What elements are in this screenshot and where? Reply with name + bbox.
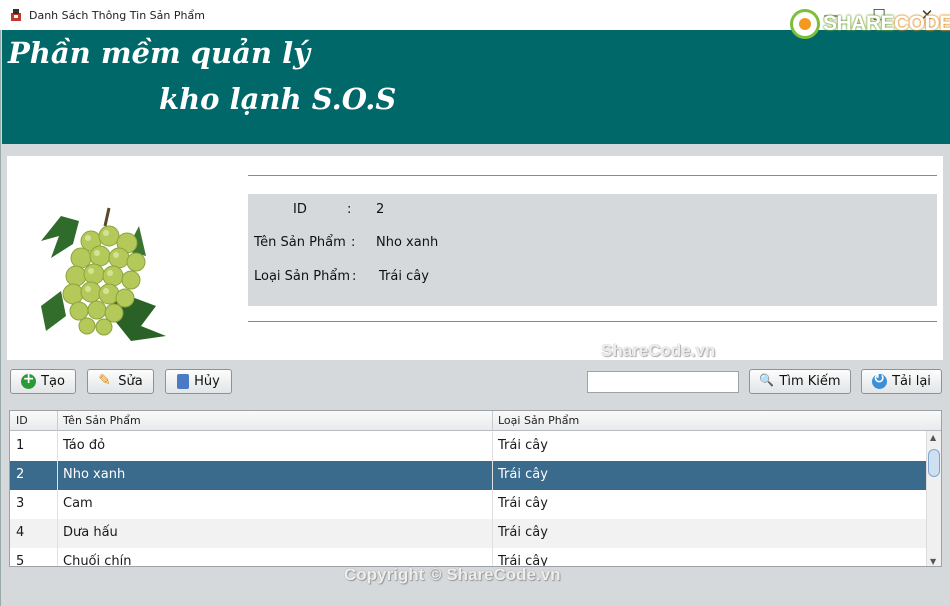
reload-button-label: Tải lại bbox=[892, 374, 931, 389]
detail-type-label: Loại Sản Phẩm bbox=[254, 269, 350, 284]
scrollbar-thumb[interactable] bbox=[928, 449, 940, 477]
cancel-button-label: Hủy bbox=[194, 374, 220, 389]
cell-type: Trái cây bbox=[498, 467, 548, 482]
product-info-panel: ID : 2 Tên Sản Phẩm : Nho xanh Loại Sản … bbox=[7, 156, 943, 360]
scroll-down-icon[interactable]: ▼ bbox=[930, 557, 936, 566]
column-header-name[interactable]: Tên Sản Phẩm bbox=[63, 414, 141, 427]
bottom-separator bbox=[248, 321, 937, 322]
cell-id: 5 bbox=[16, 554, 25, 567]
scroll-up-icon[interactable]: ▲ bbox=[930, 433, 936, 442]
table-row[interactable]: 3 Cam Trái cây bbox=[10, 490, 926, 519]
search-button[interactable]: Tìm Kiếm bbox=[749, 369, 851, 394]
cancel-button[interactable]: Hủy bbox=[165, 369, 232, 394]
detail-id-value: 2 bbox=[376, 202, 385, 217]
column-header-type[interactable]: Loại Sản Phẩm bbox=[498, 414, 579, 427]
edit-button-label: Sửa bbox=[118, 374, 143, 389]
cell-type: Trái cây bbox=[498, 496, 548, 511]
main-window: Phần mềm quản lý kho lạnh S.O.S ID: 2 T… bbox=[0, 30, 950, 606]
table-scrollbar[interactable]: ▲ ▼ bbox=[926, 431, 941, 566]
banner-title-line1: Phần mềm quản lý bbox=[8, 36, 310, 70]
table-row[interactable]: 1 Táo đỏ Trái cây bbox=[10, 432, 926, 461]
detail-type-separator: : bbox=[352, 269, 357, 284]
table-row-selected[interactable]: 2 Nho xanh Trái cây bbox=[10, 461, 926, 490]
product-details: ID : 2 Tên Sản Phẩm : Nho xanh Loại Sản … bbox=[248, 194, 937, 306]
cell-name: Chuối chín bbox=[63, 554, 132, 567]
logo-text-share: SHARE bbox=[823, 12, 895, 35]
detail-id-separator: : bbox=[347, 202, 352, 217]
cell-id: 3 bbox=[16, 496, 25, 511]
cell-name: Cam bbox=[63, 496, 93, 511]
edit-button[interactable]: Sửa bbox=[87, 369, 154, 394]
logo-text-code: CODE.vn bbox=[894, 12, 950, 35]
logo-mark-icon bbox=[790, 9, 820, 39]
detail-name-label: Tên Sản Phẩm bbox=[254, 235, 346, 250]
cell-type: Trái cây bbox=[498, 438, 548, 453]
sharecode-logo: SHARECODE.vn bbox=[790, 8, 950, 40]
cell-type: Trái cây bbox=[498, 525, 548, 540]
product-table: ID Tên Sản Phẩm Loại Sản Phẩm 1 Táo đỏ T… bbox=[9, 410, 942, 567]
copyright-text: Copyright © ShareCode.vn bbox=[344, 565, 561, 584]
search-input[interactable] bbox=[587, 371, 739, 393]
cell-id: 4 bbox=[16, 525, 25, 540]
search-button-label: Tìm Kiếm bbox=[779, 374, 841, 389]
tools-icon bbox=[98, 371, 113, 389]
top-separator bbox=[248, 175, 937, 176]
cell-id: 1 bbox=[16, 438, 25, 453]
reload-icon bbox=[872, 371, 888, 389]
cell-id: 2 bbox=[16, 467, 25, 482]
cell-name: Nho xanh bbox=[63, 467, 126, 482]
detail-id-label: ID bbox=[293, 202, 307, 217]
add-icon bbox=[21, 371, 37, 389]
trash-icon bbox=[177, 374, 190, 389]
watermark-text: ShareCode.vn bbox=[601, 341, 716, 360]
window-title: Danh Sách Thông Tin Sản Phẩm bbox=[29, 8, 205, 22]
product-image bbox=[21, 196, 181, 356]
cell-name: Táo đỏ bbox=[63, 438, 106, 453]
column-header-id[interactable]: ID bbox=[16, 414, 28, 427]
cell-name: Dưa hấu bbox=[63, 525, 118, 540]
app-icon bbox=[11, 9, 21, 21]
banner-title-line2: kho lạnh S.O.S bbox=[159, 82, 397, 116]
header-banner: Phần mềm quản lý kho lạnh S.O.S bbox=[2, 30, 950, 144]
reload-button[interactable]: Tải lại bbox=[861, 369, 942, 394]
detail-type-value: Trái cây bbox=[379, 269, 429, 284]
create-button-label: Tạo bbox=[41, 374, 65, 389]
table-header: ID Tên Sản Phẩm Loại Sản Phẩm bbox=[10, 411, 941, 431]
detail-name-value: Nho xanh bbox=[376, 235, 439, 250]
detail-name-separator: : bbox=[351, 235, 356, 250]
search-icon bbox=[759, 373, 774, 389]
table-row[interactable]: 4 Dưa hấu Trái cây bbox=[10, 519, 926, 548]
create-button[interactable]: Tạo bbox=[10, 369, 76, 394]
